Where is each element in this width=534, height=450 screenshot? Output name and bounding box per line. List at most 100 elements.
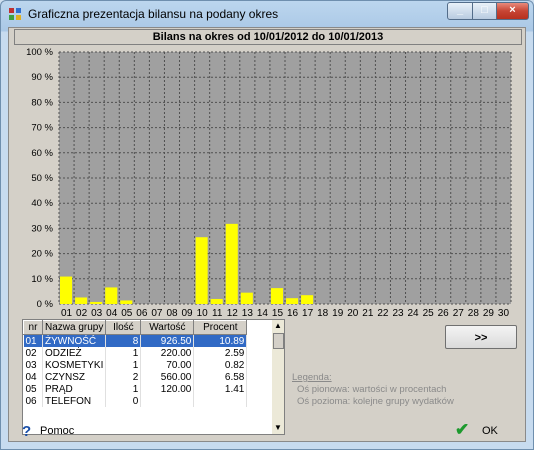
cell-qty: 0 bbox=[105, 395, 142, 407]
groups-table[interactable]: nr Nazwa grupy Ilość Wartość Procent 01 Ż… bbox=[22, 319, 285, 435]
cell-pct: 6.58 bbox=[193, 371, 248, 383]
x-tick-label: 16 bbox=[287, 308, 299, 316]
y-tick-label: 80 % bbox=[31, 97, 53, 108]
table-row[interactable]: 02 ODZIEŻ 1 220.00 2.59 bbox=[23, 347, 248, 359]
legend: Legenda: Oś pionowa: wartości w procenta… bbox=[292, 372, 454, 408]
bar bbox=[60, 276, 73, 304]
bar-chart: 0 % 10 % 20 % 30 % 40 % 50 % 60 % 70 % 80 % 90 % 1… bbox=[26, 47, 512, 316]
x-tick-label: 07 bbox=[151, 308, 163, 316]
header-percent[interactable]: Procent bbox=[193, 320, 248, 335]
cell-name: ODZIEŻ bbox=[42, 347, 107, 359]
x-tick-label: 05 bbox=[121, 308, 133, 316]
bar bbox=[90, 301, 103, 304]
minimize-icon: _ bbox=[456, 4, 464, 16]
cell-nr: 06 bbox=[23, 395, 43, 407]
close-icon: × bbox=[509, 4, 516, 16]
header-name[interactable]: Nazwa grupy bbox=[41, 320, 107, 335]
x-tick-label: 09 bbox=[182, 308, 194, 316]
cell-pct bbox=[193, 395, 248, 407]
cell-qty: 1 bbox=[105, 383, 142, 395]
cell-nr: 01 bbox=[23, 334, 43, 347]
x-tick-label: 30 bbox=[498, 308, 510, 316]
bar bbox=[270, 288, 283, 304]
table-scrollbar[interactable]: ▲ ▼ bbox=[272, 320, 284, 434]
x-tick-label: 17 bbox=[302, 308, 314, 316]
cell-value: 70.00 bbox=[140, 359, 195, 371]
y-tick-label: 90 % bbox=[31, 72, 53, 83]
help-icon: ? bbox=[22, 423, 32, 440]
y-tick-label: 70 % bbox=[31, 123, 53, 134]
legend-title: Legenda: bbox=[292, 372, 332, 383]
table-row[interactable]: 06 TELEFON 0 bbox=[23, 395, 248, 407]
cell-value: 220.00 bbox=[140, 347, 195, 359]
y-tick-label: 10 % bbox=[31, 274, 53, 285]
cell-nr: 02 bbox=[23, 347, 43, 359]
x-tick-label: 10 bbox=[197, 308, 209, 316]
header-nr[interactable]: nr bbox=[23, 320, 43, 335]
y-tick-label: 20 % bbox=[31, 249, 53, 260]
table-row[interactable]: 01 ŻYWNOŚĆ 8 926.50 10.89 bbox=[23, 334, 248, 347]
x-tick-label: 28 bbox=[468, 308, 480, 316]
x-tick-label: 04 bbox=[106, 308, 118, 316]
cell-name: CZYNSZ bbox=[42, 371, 107, 383]
x-tick-label: 06 bbox=[136, 308, 148, 316]
cell-nr: 05 bbox=[23, 383, 43, 395]
scroll-down-icon[interactable]: ▼ bbox=[272, 422, 284, 434]
close-button[interactable]: × bbox=[496, 2, 529, 20]
client-area: Bilans na okres od 10/01/2012 do 10/01/2… bbox=[8, 27, 526, 442]
cell-value bbox=[140, 395, 195, 407]
header-value[interactable]: Wartość bbox=[140, 320, 195, 335]
table-row[interactable]: 03 KOSMETYKI 1 70.00 0.82 bbox=[23, 359, 248, 371]
cell-pct: 2.59 bbox=[193, 347, 248, 359]
x-tick-label: 12 bbox=[227, 308, 239, 316]
y-tick-label: 30 % bbox=[31, 223, 53, 234]
table-header-row: nr Nazwa grupy Ilość Wartość Procent bbox=[23, 320, 248, 335]
scroll-thumb[interactable] bbox=[273, 333, 284, 349]
cell-nr: 04 bbox=[23, 371, 43, 383]
cell-pct: 1.41 bbox=[193, 383, 248, 395]
chart-title: Bilans na okres od 10/01/2012 do 10/01/2… bbox=[14, 29, 522, 45]
header-qty[interactable]: Ilość bbox=[105, 320, 142, 335]
x-tick-label: 14 bbox=[257, 308, 269, 316]
x-tick-label: 27 bbox=[453, 308, 465, 316]
title-bar[interactable]: Graficzna prezentacja bilansu na podany … bbox=[1, 1, 533, 27]
cell-pct: 0.82 bbox=[193, 359, 248, 371]
x-tick-label: 03 bbox=[91, 308, 103, 316]
x-tick-label: 13 bbox=[242, 308, 254, 316]
legend-horizontal: Oś pozioma: kolejne grupy wydatków bbox=[297, 396, 454, 407]
y-tick-label: 50 % bbox=[31, 173, 53, 184]
x-tick-label: 19 bbox=[332, 308, 344, 316]
cell-value: 926.50 bbox=[140, 334, 195, 347]
cell-value: 120.00 bbox=[140, 383, 195, 395]
x-tick-label: 24 bbox=[408, 308, 420, 316]
x-tick-label: 21 bbox=[362, 308, 374, 316]
bar bbox=[240, 292, 253, 304]
cell-name: KOSMETYKI bbox=[42, 359, 107, 371]
cell-name: PRĄD bbox=[42, 383, 107, 395]
bar bbox=[210, 298, 223, 304]
x-tick-label: 29 bbox=[483, 308, 495, 316]
x-tick-label: 20 bbox=[347, 308, 359, 316]
x-tick-label: 15 bbox=[272, 308, 284, 316]
cell-qty: 8 bbox=[105, 334, 142, 347]
x-tick-label: 01 bbox=[61, 308, 73, 316]
cell-qty: 1 bbox=[105, 347, 142, 359]
app-icon bbox=[9, 8, 21, 20]
window: Graficzna prezentacja bilansu na podany … bbox=[0, 0, 534, 450]
cell-value: 560.00 bbox=[140, 371, 195, 383]
y-tick-label: 60 % bbox=[31, 148, 53, 159]
ok-label: OK bbox=[482, 425, 498, 437]
x-tick-label: 08 bbox=[166, 308, 178, 316]
minimize-button[interactable]: _ bbox=[447, 2, 473, 20]
x-tick-label: 18 bbox=[317, 308, 329, 316]
cell-name: TELEFON bbox=[42, 395, 107, 407]
x-tick-label: 02 bbox=[76, 308, 88, 316]
scroll-up-icon[interactable]: ▲ bbox=[272, 320, 284, 332]
table-row[interactable]: 04 CZYNSZ 2 560.00 6.58 bbox=[23, 371, 248, 383]
x-tick-label: 23 bbox=[392, 308, 404, 316]
x-tick-label: 26 bbox=[438, 308, 450, 316]
table-row[interactable]: 05 PRĄD 1 120.00 1.41 bbox=[23, 383, 248, 395]
next-button[interactable]: >> bbox=[445, 325, 517, 349]
maximize-button[interactable]: □ bbox=[472, 2, 497, 20]
bar bbox=[286, 298, 299, 304]
